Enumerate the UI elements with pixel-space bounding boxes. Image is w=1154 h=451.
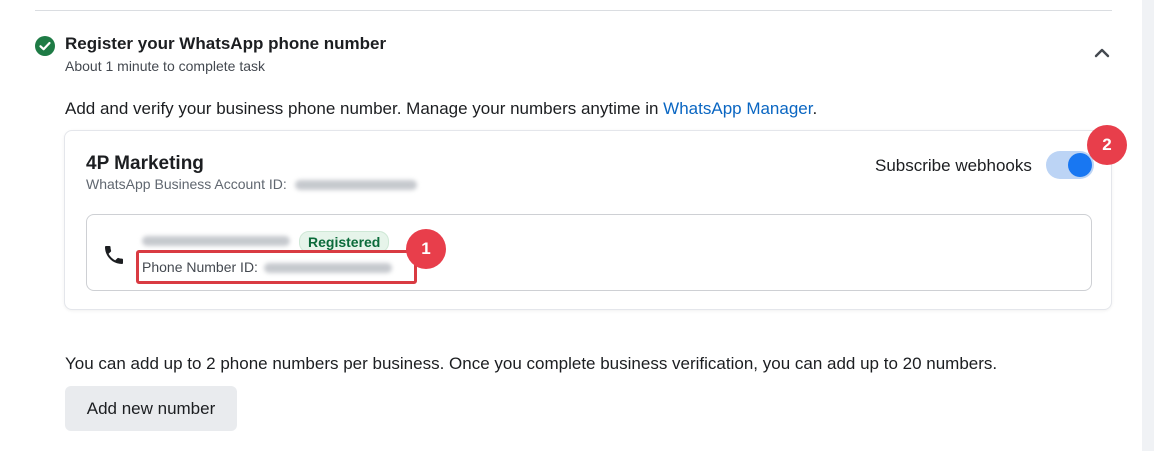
check-circle-icon (35, 36, 55, 56)
phone-number-row: Registered Phone Number ID: (86, 214, 1092, 291)
description-text: Add and verify your business phone numbe… (65, 99, 664, 118)
phone-number-id-line: Phone Number ID: (142, 259, 392, 275)
waba-id-line: WhatsApp Business Account ID: (86, 176, 417, 192)
subscribe-webhooks-label: Subscribe webhooks (875, 156, 1032, 175)
task-subtitle: About 1 minute to complete task (65, 58, 265, 74)
redacted-phone-id (263, 263, 392, 274)
divider (35, 10, 1112, 11)
redacted-waba-id (294, 180, 417, 191)
step-marker-1: 1 (406, 229, 446, 269)
step-marker-2: 2 (1087, 125, 1127, 165)
phone-number-id-label: Phone Number ID: (142, 259, 258, 275)
account-name: 4P Marketing (86, 153, 204, 174)
subscribe-webhooks-toggle[interactable] (1046, 151, 1094, 179)
chevron-up-icon[interactable] (1093, 46, 1111, 60)
description-end: . (812, 99, 818, 118)
phone-icon (105, 246, 123, 264)
task-title: Register your WhatsApp phone number (65, 34, 387, 53)
whatsapp-manager-link[interactable]: WhatsApp Manager (663, 99, 812, 118)
phone-limit-note: You can add up to 2 phone numbers per bu… (65, 354, 998, 373)
add-new-number-button[interactable]: Add new number (65, 386, 237, 431)
toggle-knob (1068, 153, 1092, 177)
waba-id-label: WhatsApp Business Account ID: (86, 176, 287, 192)
setup-panel: Register your WhatsApp phone number Abou… (0, 0, 1142, 451)
redacted-phone-number (142, 236, 290, 246)
account-card: 4P Marketing WhatsApp Business Account I… (64, 130, 1112, 310)
task-description: Add and verify your business phone numbe… (65, 99, 817, 119)
